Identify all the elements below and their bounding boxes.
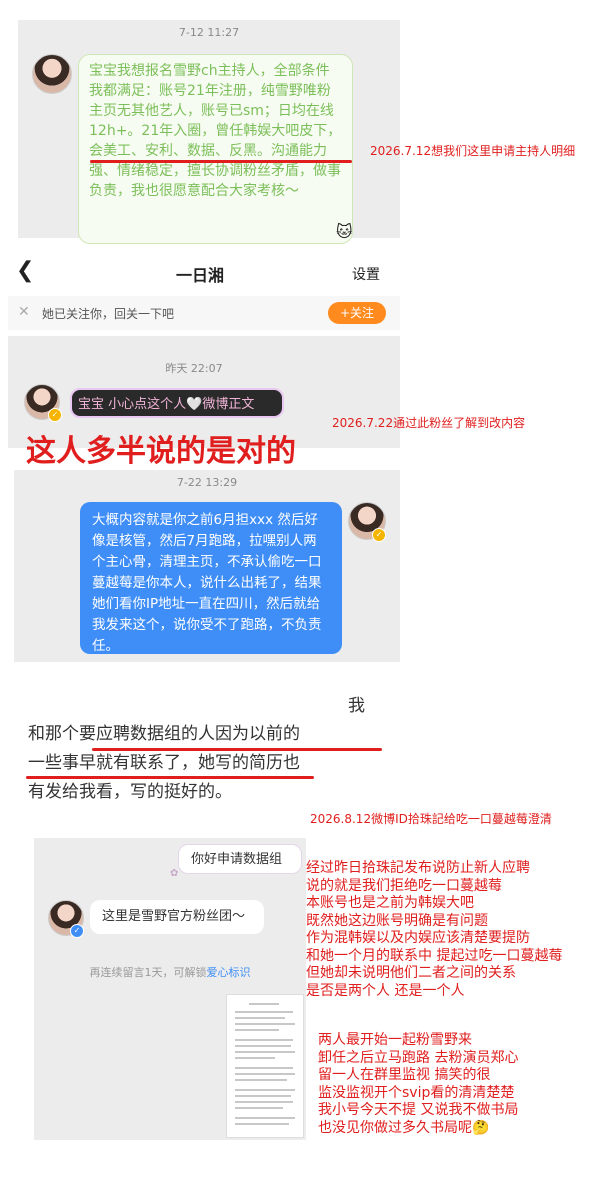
annotation-note: 2026.7.22通过此粉丝了解到改内容 <box>332 416 526 430</box>
note-line: 是否是两个人 还是一个人 <box>306 982 465 999</box>
message-bubble: 这里是雪野官方粉丝团～ <box>90 900 264 934</box>
note-line: 但她却未说明他们二者之间的关系 <box>306 965 516 981</box>
highlight-underline <box>92 748 382 751</box>
chat-title: 一日湘 <box>175 266 224 285</box>
sticker-decoration-icon: ✿ <box>170 868 179 879</box>
note-line: 两人最开始一起粉雪野来 <box>318 1032 472 1048</box>
note-line: 本账号也是之前为韩娱大吧 <box>306 895 474 911</box>
note-line: 我小号今天不提 又说我不做书局 <box>318 1102 519 1118</box>
right-note-block-1: 经过昨日拾珠記发布说防止新人应聘 说的就是我们拒绝吃一口蔓越莓 本账号也是之前为… <box>306 860 600 1000</box>
annotation-note: 2026.7.12想我们这里申请主持人明细 <box>370 144 576 158</box>
text-line: 一些事早就有联系了，她写的简历也 <box>28 753 300 773</box>
heart-badge-link[interactable]: 爱心标识 <box>207 966 251 979</box>
text-line: 有发给我看，写的挺好的。 <box>28 782 232 802</box>
note-line: 既然她这边账号明确是有问题 <box>306 912 488 929</box>
cat-sticker-icon: 🐱 <box>336 222 353 241</box>
note-line: 卸任之后立马跑路 去粉演员郑心 <box>318 1049 519 1066</box>
message-bubble: 大概内容就是你之前6月担xxx 然后好像是核管，然后7月跑路，拉嘿别人两个主心骨… <box>80 502 342 654</box>
chat-panel-fanclub: 你好申请数据组 ✿ ✓ 这里是雪野官方粉丝团～ 再连续留言1天，可解锁爱心标识 <box>34 838 306 1140</box>
notice-text: 再连续留言1天，可解锁 <box>89 966 207 979</box>
note-line: 监没监视开个svip看的清清楚楚 <box>318 1084 515 1101</box>
note-line: 作为混韩娱以及内娱应该清楚要提防 <box>306 930 530 946</box>
message-bubble: 宝宝 小心点这个人🤍微博正文 <box>70 388 284 418</box>
note-line: 和她一个月的联系中 提起过吃一口蔓越莓 <box>306 947 563 964</box>
note-line: 也没见你做过多久书局呢🤔 <box>318 1119 490 1136</box>
message-bubble: 宝宝我想报名雪野ch主持人，全部条件我都满足：账号21年注册，纯雪野唯粉主页无其… <box>78 54 353 244</box>
avatar[interactable] <box>32 54 72 94</box>
verified-badge-icon: ✓ <box>70 924 84 938</box>
follow-button[interactable]: +关注 <box>328 302 386 324</box>
note-line: 说的就是我们拒绝吃一口蔓越莓 <box>306 877 502 894</box>
highlight-underline <box>90 160 352 163</box>
verified-badge-icon: ✓ <box>48 408 62 422</box>
message-timestamp: 昨天 22:07 <box>165 362 223 375</box>
message-timestamp: 7-22 13:29 <box>176 476 238 489</box>
note-line: 经过昨日拾珠記发布说防止新人应聘 <box>306 860 530 876</box>
chat-header: ❮ 一日湘 设置 <box>0 256 600 292</box>
follow-bar: ✕ 她已关注你，回关一下吧 +关注 <box>8 296 400 330</box>
text-line: 和那个要应聘数据组的人因为以前的 <box>28 724 300 744</box>
unlock-notice: 再连续留言1天，可解锁爱心标识 <box>34 964 306 980</box>
text-line: 我 <box>348 696 365 716</box>
chat-panel-content: 7-22 13:29 大概内容就是你之前6月担xxx 然后好像是核管，然后7月跑… <box>14 470 400 662</box>
red-headline: 这人多半说的是对的 <box>26 434 296 469</box>
text-screenshot-clarification: 我 和那个要应聘数据组的人因为以前的 一些事早就有联系了，她写的简历也 有发给我… <box>18 690 398 806</box>
verified-badge-icon: ✓ <box>372 528 386 542</box>
follow-prompt: 她已关注你，回关一下吧 <box>42 307 175 321</box>
right-note-block-2: 两人最开始一起粉雪野来 卸任之后立马跑路 去粉演员郑心 留一人在群里监视 搞笑的… <box>318 1032 600 1137</box>
close-icon[interactable]: ✕ <box>18 304 30 320</box>
settings-link[interactable]: 设置 <box>352 264 380 284</box>
highlight-underline <box>26 776 314 779</box>
chat-panel-application: 7-12 11:27 宝宝我想报名雪野ch主持人，全部条件我都满足：账号21年注… <box>18 20 400 244</box>
resume-document-thumbnail[interactable] <box>226 994 304 1138</box>
note-line: 留一人在群里监视 搞笑的很 <box>318 1067 491 1083</box>
annotation-note: 2026.8.12微博ID拾珠記给吃一口蔓越莓澄清 <box>310 812 552 826</box>
message-timestamp: 7-12 11:27 <box>178 26 240 39</box>
apply-bubble: 你好申请数据组 <box>178 844 302 874</box>
